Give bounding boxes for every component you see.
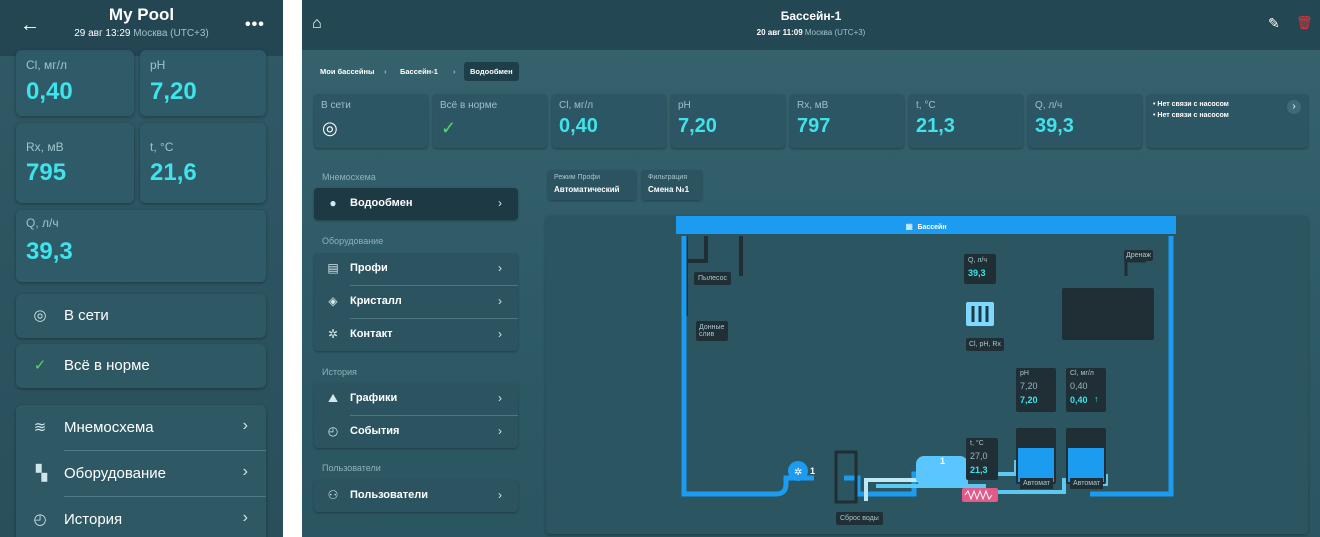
filter-number: 1 [940, 456, 946, 466]
app-subtitle: 29 авг 13:29 Москва (UTC+3) [0, 28, 283, 39]
menu-item-contact[interactable]: ✲ Контакт › [314, 319, 518, 351]
ph-readout: pH 7,20 7,20 [1016, 368, 1056, 412]
cl-readout: Cl, мг/л 0,40 0,40 ↑ [1066, 368, 1106, 412]
pipe-network: ✲ [681, 236, 1174, 504]
menu-mnemo: ● Водообмен › [314, 188, 518, 220]
subtitle-date: 29 авг 13:29 [74, 28, 131, 39]
metric-tile-temp: t, °C 21,6 [140, 123, 266, 203]
breadcrumb-current: Водообмен [464, 62, 519, 81]
alert-item: • Нет связи с насосом [1153, 101, 1229, 108]
more-menu-icon[interactable]: ••• [245, 16, 265, 34]
mobile-header: ← My Pool 29 авг 13:29 Москва (UTC+3) ••… [0, 0, 283, 56]
bottom-drain-box: Донные слив [696, 321, 728, 341]
metric-tile-rx: Rx, мВ 795 [16, 123, 134, 203]
status-ok: ✓ Всё в норме [16, 344, 266, 388]
check-icon: ✓ [441, 118, 457, 138]
svg-text:✲: ✲ [794, 467, 802, 478]
chevron-right-icon: › [498, 391, 502, 405]
menu-item-profi[interactable]: ▤ Профи › [314, 253, 518, 285]
history-icon: ◴ [33, 511, 47, 528]
device-icon: ▤ [327, 261, 339, 275]
chip-profi-mode[interactable]: Режим Профи Автоматический [548, 170, 636, 200]
tile-ph: pH 7,20 [671, 94, 785, 148]
edit-pencil-icon[interactable]: ✎ [1268, 15, 1280, 32]
tile-cl: Cl, мг/л 0,40 [552, 94, 666, 148]
users-icon: ⚇ [327, 488, 339, 502]
alerts-tile[interactable]: • Нет связи с насосом • Нет связи с насо… [1147, 94, 1308, 148]
gear-icon: ✲ [327, 327, 339, 341]
online-signal-icon: ◎ [322, 118, 338, 138]
menu-item-crystal[interactable]: ◈ Кристалл › [314, 286, 518, 318]
menu-item-users[interactable]: ⚇ Пользователи › [314, 480, 518, 512]
desktop-header: ⌂ Бассейн-1 20 авг 11:09 Москва (UTC+3) … [302, 0, 1320, 50]
crystal-icon: ◈ [328, 294, 338, 308]
alert-item: • Нет связи с насосом [1153, 112, 1229, 119]
breadcrumb-item[interactable]: Мои бассейны [320, 67, 374, 76]
pool-subtitle: 20 авг 11:09 Москва (UTC+3) [756, 28, 866, 37]
auto-label: Автомат [1070, 478, 1104, 489]
menu-item-water-exchange[interactable]: ● Водообмен › [314, 188, 518, 220]
chevron-right-icon: › [498, 488, 502, 502]
nav-item-equipment[interactable]: ▝▖ Оборудование › [16, 451, 266, 495]
temp-readout: t, °C 27,0 21,3 [966, 438, 998, 480]
app-title: My Pool [108, 5, 175, 24]
waves-icon: ≋ [33, 419, 47, 436]
chevron-right-icon: › [498, 196, 502, 210]
drainage-label: Дренаж [1124, 250, 1153, 261]
pool-icon: ▦ [905, 222, 913, 231]
clock-icon: ◴ [327, 424, 339, 438]
menu-equipment: ▤ Профи › ◈ Кристалл › ✲ Контакт › [314, 253, 518, 351]
pool-title: Бассейн-1 [780, 9, 842, 23]
chart-icon: ⛰ [327, 391, 339, 405]
status-online: ◎ В сети [16, 294, 266, 338]
delete-trash-icon[interactable]: 🗑 [1296, 15, 1313, 31]
pool-bar: ▦ Бассейн [676, 216, 1176, 234]
subtitle-tz: Москва (UTC+3) [133, 28, 209, 39]
menu-users: ⚇ Пользователи › [314, 480, 518, 512]
mnemo-diagram: ✲ ▦ Бассейн Пылесос Донные слив Дренаж Q… [546, 216, 1308, 534]
nav-item-history[interactable]: ◴ История › [16, 497, 266, 537]
water-drop-icon: ● [329, 196, 337, 210]
menu-history: ⛰ Графики › ◴ События › [314, 383, 518, 448]
equipment-icon: ▝▖ [30, 465, 54, 482]
metric-tile-cl: Cl, мг/л 0,40 [16, 50, 134, 116]
sensor-label: Cl, pH, Rx [966, 338, 1004, 351]
flow-readout: Q, л/ч 39,3 [964, 254, 996, 284]
chip-filtration[interactable]: Фильтрация Смена №1 [642, 170, 702, 200]
chevron-right-icon: › [242, 509, 248, 526]
chevron-right-icon: › [242, 417, 248, 434]
waste-water-box: Сброс воды [836, 512, 883, 525]
chevron-right-icon: › [498, 424, 502, 438]
pump-number: 1 [810, 466, 816, 476]
nav-list: ≋ Мнемосхема › ▝▖ Оборудование › ◴ Истор… [16, 405, 266, 537]
chevron-right-icon: › [498, 261, 502, 275]
metric-tile-flow: Q, л/ч 39,3 [16, 210, 266, 282]
chevron-right-icon: › [498, 294, 502, 308]
tile-flow: Q, л/ч 39,3 [1028, 94, 1142, 148]
metric-tile-ph: pH 7,20 [140, 50, 266, 116]
auto-label: Автомат [1020, 478, 1054, 489]
chevron-right-icon: › [498, 327, 502, 341]
menu-item-events[interactable]: ◴ События › [314, 416, 518, 448]
tile-online: В сети ◎ [314, 94, 428, 148]
tile-temp: t, °C 21,3 [909, 94, 1023, 148]
chevron-right-icon: › [242, 463, 248, 480]
online-signal-icon: ◎ [33, 307, 47, 324]
arrow-up-icon: ↑ [1094, 394, 1099, 404]
tile-rx: Rx, мВ 797 [790, 94, 904, 148]
pool-label: Бассейн [917, 224, 947, 231]
desktop-app-screen: ⌂ Бассейн-1 20 авг 11:09 Москва (UTC+3) … [302, 0, 1320, 537]
nav-item-mnemo[interactable]: ≋ Мнемосхема › [16, 405, 266, 449]
tile-status-ok: Всё в норме ✓ [433, 94, 547, 148]
mobile-app-screen: ← My Pool 29 авг 13:29 Москва (UTC+3) ••… [0, 0, 283, 537]
menu-item-charts[interactable]: ⛰ Графики › [314, 383, 518, 415]
breadcrumb-item[interactable]: Бассейн-1 [400, 67, 438, 76]
vacuum-box: Пылесос [694, 272, 732, 285]
chevron-right-icon[interactable]: › [1287, 100, 1301, 114]
check-icon: ✓ [33, 357, 47, 374]
